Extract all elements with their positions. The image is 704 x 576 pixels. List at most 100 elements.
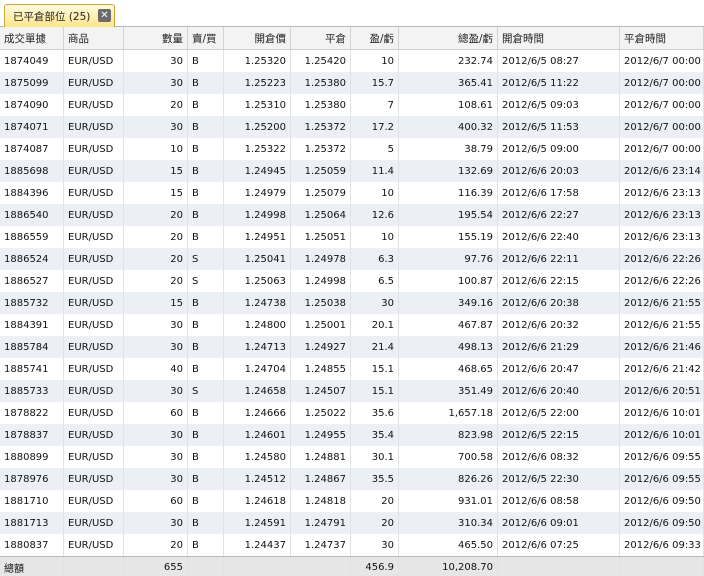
close-icon[interactable]: ✕ (98, 9, 111, 22)
cell-close-price: 1.24867 (291, 468, 351, 490)
table-row[interactable]: 1878976 EUR/USD 30 B 1.24512 1.24867 35.5 826.2… (0, 468, 704, 490)
cell-side: B (188, 336, 224, 358)
table-row[interactable]: 1885733 EUR/USD 30 S 1.24658 1.24507 15.1 351.4… (0, 380, 704, 402)
table-row[interactable]: 1874087 EUR/USD 10 B 1.25322 1.25372 5 38.79 201… (0, 138, 704, 160)
table-row[interactable]: 1878822 EUR/USD 60 B 1.24666 1.25022 35.6 1,657… (0, 402, 704, 424)
cell-side: B (188, 490, 224, 512)
cell-pips: 12.6 (351, 204, 399, 226)
table-row[interactable]: 1886540 EUR/USD 20 B 1.24998 1.25064 12.6 195.5… (0, 204, 704, 226)
column-header-amount[interactable]: 數量 (124, 27, 188, 49)
table-row[interactable]: 1885741 EUR/USD 40 B 1.24704 1.24855 15.1 468.6… (0, 358, 704, 380)
cell-symbol: EUR/USD (64, 292, 124, 314)
cell-deal-id: 1874071 (0, 116, 64, 138)
cell-open-time: 2012/6/6 08:58 (498, 490, 620, 512)
cell-close-price: 1.24881 (291, 446, 351, 468)
tab-closed-positions[interactable]: 已平倉部位 (25) ✕ (4, 4, 115, 27)
column-header-side[interactable]: 賣/買 (188, 27, 224, 49)
cell-total-pl: 108.61 (399, 94, 498, 116)
cell-total-pl: 38.79 (399, 138, 498, 160)
table-row[interactable]: 1884396 EUR/USD 15 B 1.24979 1.25079 10 116.39 2… (0, 182, 704, 204)
column-header-close-price[interactable]: 平倉 (291, 27, 351, 49)
column-header-total-pl[interactable]: 總盈/虧 (399, 27, 498, 49)
cell-open-time: 2012/6/6 17:58 (498, 182, 620, 204)
table-row[interactable]: 1886527 EUR/USD 20 S 1.25063 1.24998 6.5 100.87… (0, 270, 704, 292)
cell-amount: 30 (124, 50, 188, 72)
cell-open-price: 1.25041 (224, 248, 291, 270)
cell-close-price: 1.25372 (291, 138, 351, 160)
table-row[interactable]: 1880899 EUR/USD 30 B 1.24580 1.24881 30.1 700.5… (0, 446, 704, 468)
cell-amount: 30 (124, 468, 188, 490)
cell-side: B (188, 512, 224, 534)
cell-open-price: 1.24800 (224, 314, 291, 336)
cell-total-pl: 310.34 (399, 512, 498, 534)
cell-open-time: 2012/6/5 22:00 (498, 402, 620, 424)
cell-symbol (64, 557, 124, 576)
cell-close-price: 1.24818 (291, 490, 351, 512)
cell-open-time: 2012/6/6 08:32 (498, 446, 620, 468)
cell-open-price: 1.24945 (224, 160, 291, 182)
cell-close-time: 2012/6/6 09:50 (620, 490, 704, 512)
cell-symbol: EUR/USD (64, 248, 124, 270)
column-header-deal-id[interactable]: 成交單據 (0, 27, 64, 49)
cell-symbol: EUR/USD (64, 446, 124, 468)
cell-total-pl: 468.65 (399, 358, 498, 380)
cell-side: B (188, 402, 224, 424)
cell-close-price: 1.24791 (291, 512, 351, 534)
cell-deal-id: 總額 (0, 557, 64, 576)
column-header-open-time[interactable]: 開倉時間 (498, 27, 620, 49)
table-row[interactable]: 1885784 EUR/USD 30 B 1.24713 1.24927 21.4 498.1… (0, 336, 704, 358)
cell-symbol: EUR/USD (64, 490, 124, 512)
cell-open-time: 2012/6/5 11:53 (498, 116, 620, 138)
table-row[interactable]: 1874090 EUR/USD 20 B 1.25310 1.25380 7 108.61 20… (0, 94, 704, 116)
table-row[interactable]: 1885698 EUR/USD 15 B 1.24945 1.25059 11.4 132.6… (0, 160, 704, 182)
table-row[interactable]: 1874071 EUR/USD 30 B 1.25200 1.25372 17.2 400.3… (0, 116, 704, 138)
cell-close-time (620, 557, 704, 576)
cell-close-time: 2012/6/6 09:55 (620, 468, 704, 490)
cell-pips: 11.4 (351, 160, 399, 182)
table-row[interactable]: 1884391 EUR/USD 30 B 1.24800 1.25001 20.1 467.8… (0, 314, 704, 336)
table-row[interactable]: 1874049 EUR/USD 30 B 1.25320 1.25420 10 232.74 2… (0, 50, 704, 72)
cell-open-price: 1.25320 (224, 50, 291, 72)
cell-total-pl: 349.16 (399, 292, 498, 314)
table-row[interactable]: 1881710 EUR/USD 60 B 1.24618 1.24818 20 931.01 2… (0, 490, 704, 512)
column-header-open-price[interactable]: 開倉價 (224, 27, 291, 49)
cell-pips: 30 (351, 292, 399, 314)
table-row[interactable]: 1875099 EUR/USD 30 B 1.25223 1.25380 15.7 365.4… (0, 72, 704, 94)
table-row[interactable]: 1878837 EUR/USD 30 B 1.24601 1.24955 35.4 823.9… (0, 424, 704, 446)
cell-side: S (188, 380, 224, 402)
cell-pips: 7 (351, 94, 399, 116)
cell-amount: 15 (124, 292, 188, 314)
cell-total-pl: 195.54 (399, 204, 498, 226)
cell-close-price (291, 557, 351, 576)
cell-close-time: 2012/6/7 00:00 (620, 116, 704, 138)
cell-open-price: 1.25063 (224, 270, 291, 292)
cell-total-pl: 100.87 (399, 270, 498, 292)
table-row[interactable]: 1886559 EUR/USD 20 B 1.24951 1.25051 10 155.19 2… (0, 226, 704, 248)
column-header-pips[interactable]: 盈/虧 (351, 27, 399, 49)
table-row[interactable]: 1880837 EUR/USD 20 B 1.24437 1.24737 30 465.50 2… (0, 534, 704, 556)
cell-open-time: 2012/6/5 08:27 (498, 50, 620, 72)
cell-amount: 30 (124, 512, 188, 534)
cell-open-price: 1.25200 (224, 116, 291, 138)
cell-symbol: EUR/USD (64, 358, 124, 380)
cell-amount: 30 (124, 336, 188, 358)
cell-total-pl: 823.98 (399, 424, 498, 446)
column-header-symbol[interactable]: 商品 (64, 27, 124, 49)
cell-open-time: 2012/6/6 22:15 (498, 270, 620, 292)
cell-amount: 20 (124, 94, 188, 116)
cell-open-time: 2012/6/5 09:00 (498, 138, 620, 160)
cell-symbol: EUR/USD (64, 182, 124, 204)
cell-symbol: EUR/USD (64, 270, 124, 292)
cell-close-price: 1.25001 (291, 314, 351, 336)
table-row[interactable]: 1881713 EUR/USD 30 B 1.24591 1.24791 20 310.34 2… (0, 512, 704, 534)
table-row[interactable]: 1886524 EUR/USD 20 S 1.25041 1.24978 6.3 97.76 2… (0, 248, 704, 270)
table-row[interactable]: 1885732 EUR/USD 15 B 1.24738 1.25038 30 349.16 2… (0, 292, 704, 314)
table-header: 成交單據 商品 數量 賣/買 開倉價 平倉 盈/虧 總盈/虧 開倉時間 平倉時間 (0, 27, 704, 50)
cell-symbol: EUR/USD (64, 226, 124, 248)
cell-open-price (224, 557, 291, 576)
cell-deal-id: 1881713 (0, 512, 64, 534)
cell-deal-id: 1885741 (0, 358, 64, 380)
column-header-close-time[interactable]: 平倉時間 (620, 27, 704, 49)
cell-close-time: 2012/6/7 00:00 (620, 94, 704, 116)
cell-symbol: EUR/USD (64, 534, 124, 556)
